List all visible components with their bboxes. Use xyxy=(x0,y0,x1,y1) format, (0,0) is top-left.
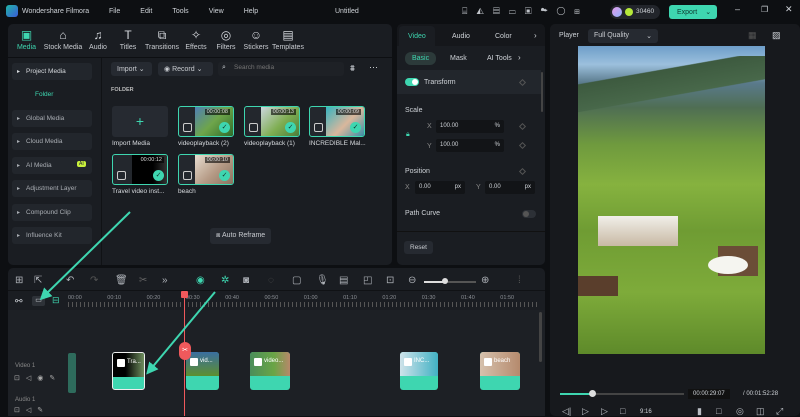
annotation-arrows xyxy=(39,211,216,375)
arrow-to-clip xyxy=(146,291,216,375)
arrow-to-ripple xyxy=(39,211,131,301)
